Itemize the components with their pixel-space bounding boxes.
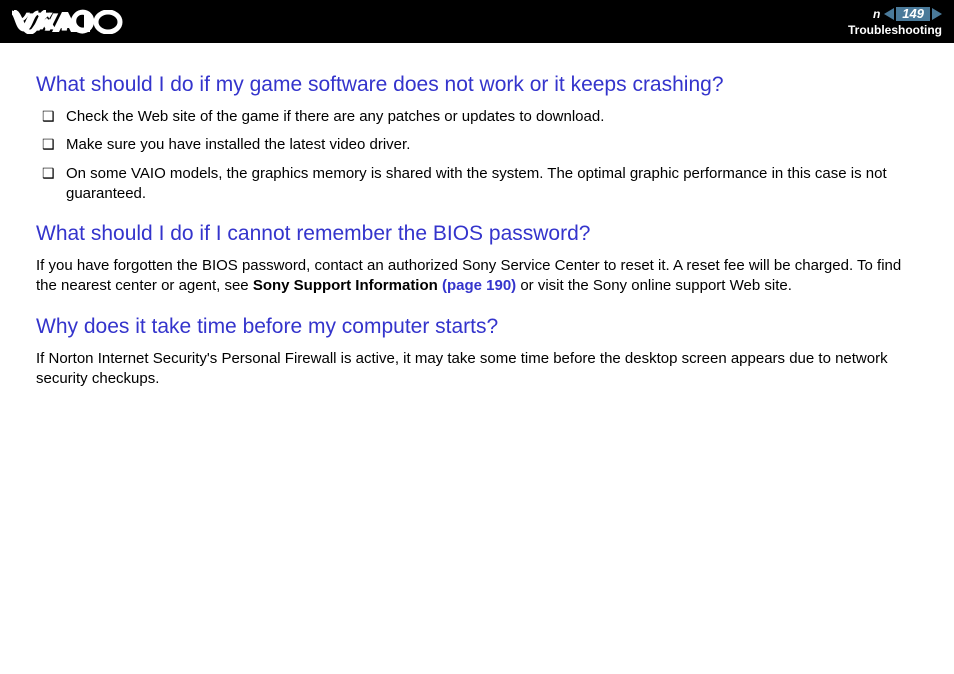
page-content: What should I do if my game software doe… xyxy=(0,43,954,417)
page-header: n 149 Troubleshooting xyxy=(0,0,954,43)
page-number: 149 xyxy=(896,7,930,21)
next-page-arrow-icon[interactable] xyxy=(932,8,942,20)
page-link-190[interactable]: (page 190) xyxy=(442,277,516,294)
list-item: Make sure you have installed the latest … xyxy=(42,135,918,155)
list-item: On some VAIO models, the graphics memory… xyxy=(42,164,918,205)
vaio-text-logo xyxy=(14,10,124,41)
page-nav: n 149 xyxy=(873,7,942,21)
heading-bios-password: What should I do if I cannot remember th… xyxy=(36,222,918,246)
heading-computer-start: Why does it take time before my computer… xyxy=(36,315,918,339)
list-item: Check the Web site of the game if there … xyxy=(42,107,918,127)
para-text: or visit the Sony online support Web sit… xyxy=(516,277,792,294)
section-label: Troubleshooting xyxy=(848,23,942,37)
header-right: n 149 Troubleshooting xyxy=(848,7,942,37)
bullet-list-game: Check the Web site of the game if there … xyxy=(42,107,918,204)
para-norton: If Norton Internet Security's Personal F… xyxy=(36,349,918,390)
bold-sony-support: Sony Support Information xyxy=(253,277,442,294)
prev-page-arrow-icon[interactable] xyxy=(884,8,894,20)
heading-game-software: What should I do if my game software doe… xyxy=(36,73,918,97)
n-label: n xyxy=(873,7,880,21)
para-bios: If you have forgotten the BIOS password,… xyxy=(36,256,918,297)
